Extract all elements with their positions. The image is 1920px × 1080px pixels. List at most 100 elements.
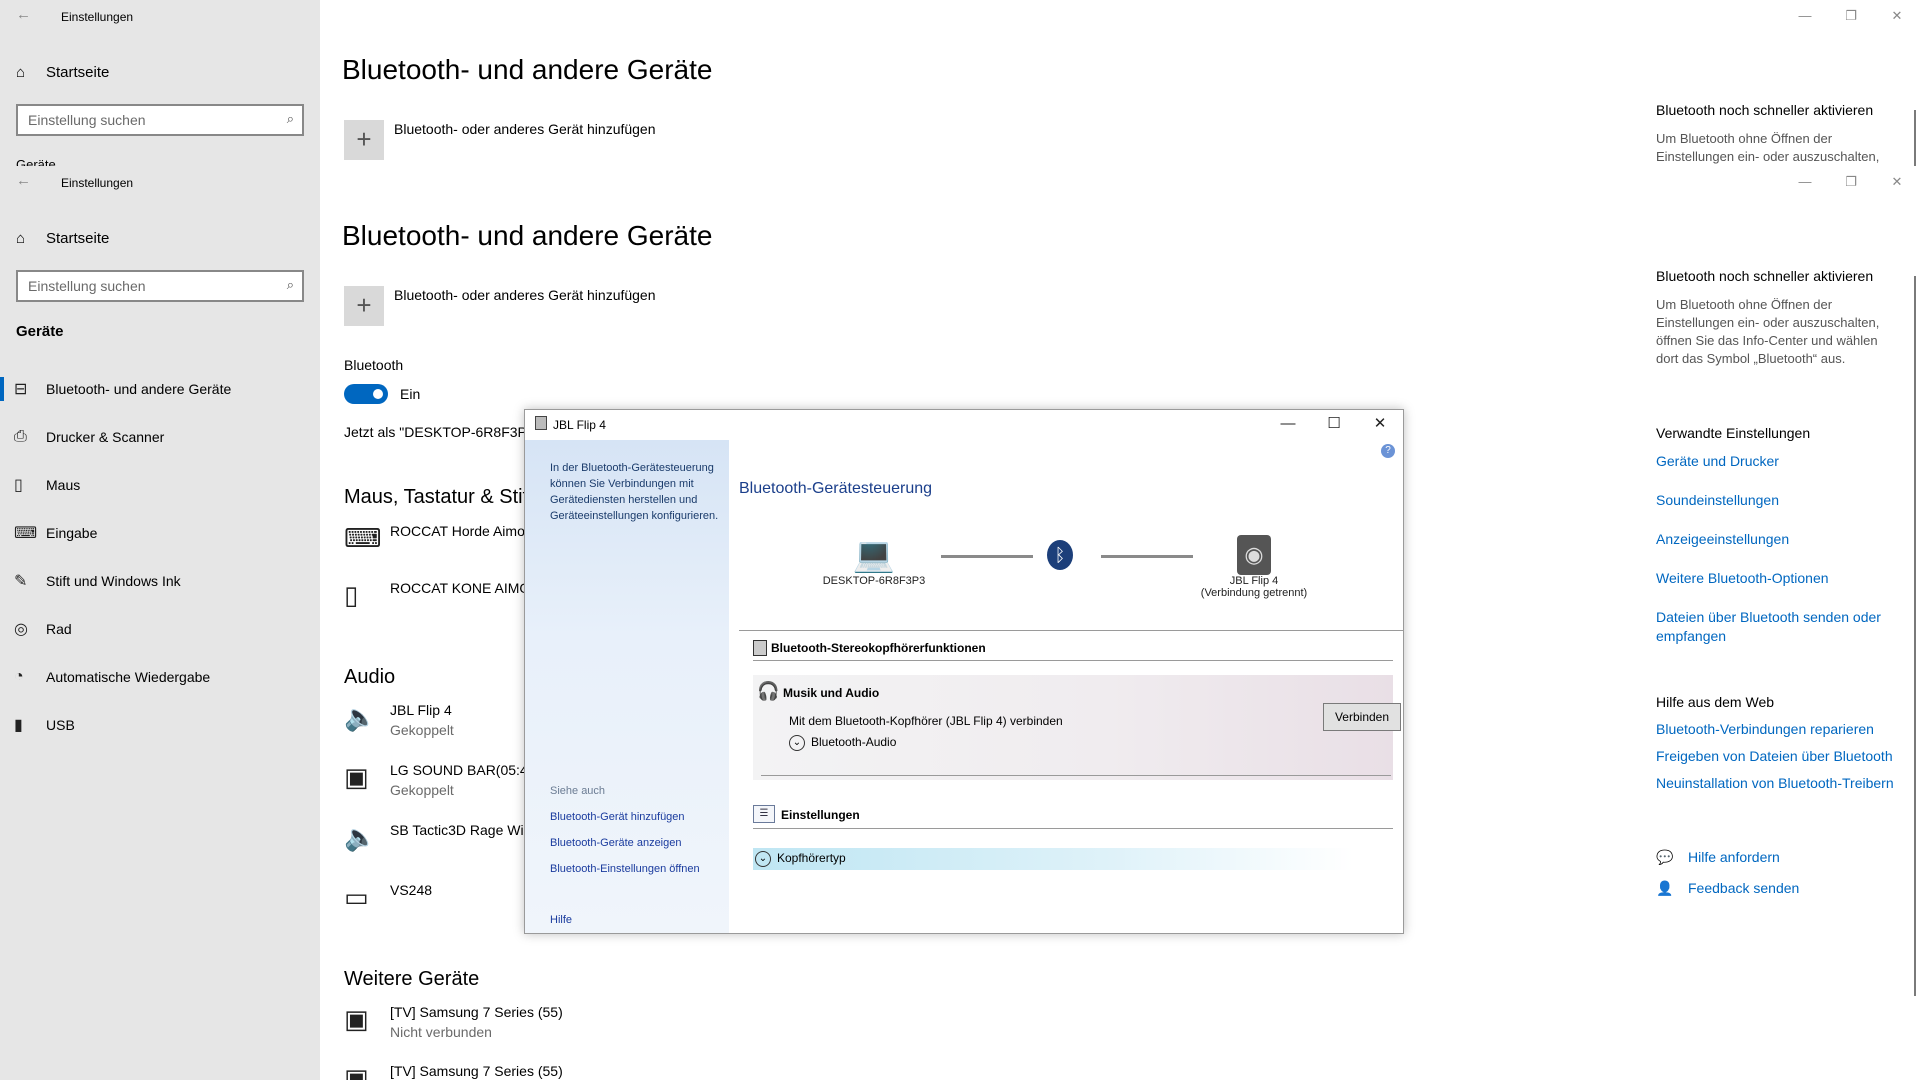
headphone-type-label: Kopfhörertyp [777, 851, 846, 866]
connection-line [1101, 555, 1193, 558]
quick-bt-title: Bluetooth noch schneller aktivieren [1656, 102, 1874, 118]
add-device-button[interactable]: + [344, 120, 384, 160]
connect-description: Mit dem Bluetooth-Kopfhörer (JBL Flip 4)… [789, 714, 1063, 728]
link-open-bt-settings[interactable]: Bluetooth-Einstellungen öffnen [550, 863, 700, 875]
headphone-service-icon [753, 640, 767, 656]
sidebar-item-mouse[interactable]: ▯ Maus [0, 461, 320, 509]
maximize-icon[interactable]: ❐ [1828, 174, 1874, 190]
section-other-devices: Weitere Geräte [344, 968, 480, 990]
dialog-sidebar: In der Bluetooth-Gerätesteuerung können … [525, 440, 729, 933]
back-arrow-icon[interactable]: ← [16, 172, 31, 189]
add-device-label[interactable]: Bluetooth- oder anderes Gerät hinzufügen [394, 121, 656, 137]
device-row[interactable]: 🔈 JBL Flip 4 Gekoppelt [344, 702, 454, 738]
connect-button[interactable]: Verbinden [1323, 703, 1401, 731]
device-status: Gekoppelt [390, 722, 454, 738]
speaker-device-icon [535, 416, 547, 430]
related-settings-heading: Verwandte Einstellungen [1656, 425, 1811, 441]
get-help-link[interactable]: 💬 Hilfe anfordern [1656, 849, 1780, 866]
sidebar-item-pen[interactable]: ✎ Stift und Windows Ink [0, 557, 320, 605]
add-device-label[interactable]: Bluetooth- oder anderes Gerät hinzufügen [394, 287, 656, 303]
sidebar-item-label: Bluetooth- und andere Geräte [46, 381, 232, 397]
home-nav-item[interactable]: ⌂ Startseite [16, 64, 109, 81]
sidebar-item-typing[interactable]: ⌨ Eingabe [0, 509, 320, 557]
usb-icon: ▮ [14, 717, 23, 734]
sidebar-item-label: Automatische Wiedergabe [46, 669, 211, 685]
sidebar-item-label: Stift und Windows Ink [46, 573, 181, 589]
device-row[interactable]: ▭ VS248 [344, 882, 432, 913]
search-placeholder: Einstellung suchen [28, 278, 146, 294]
device-name: ROCCAT Horde Aimo [390, 523, 525, 539]
device-name: ROCCAT KONE AIMO [390, 580, 531, 596]
help-icon[interactable]: ? [1381, 444, 1395, 458]
link-sound-settings[interactable]: Soundeinstellungen [1656, 491, 1896, 510]
toggle-state-label: Ein [400, 386, 421, 402]
monitor-icon: ▭ [344, 882, 369, 912]
home-nav-item[interactable]: ⌂ Startseite [16, 230, 109, 247]
headphone-type-expander[interactable]: ⌄ Kopfhörertyp [753, 848, 1353, 870]
home-label: Startseite [46, 230, 110, 247]
settings-window-background: ← Einstellungen ⌂ Startseite Einstellung… [0, 0, 1920, 166]
link-share-files-bt[interactable]: Freigeben von Dateien über Bluetooth [1656, 747, 1896, 766]
link-display-settings[interactable]: Anzeigeeinstellungen [1656, 530, 1896, 549]
dialog-title: JBL Flip 4 [553, 418, 606, 432]
pc-name: DESKTOP-6R8F3P3 [822, 575, 926, 587]
dialog-main: ? Bluetooth-Gerätesteuerung 💻 DESKTOP-6R… [729, 440, 1403, 933]
search-input[interactable]: Einstellung suchen ⌕ [16, 104, 304, 136]
laptop-icon: 💻 [852, 536, 896, 574]
maximize-icon[interactable]: ❐ [1828, 8, 1874, 24]
section-mouse-keyboard: Maus, Tastatur & Stif [344, 486, 529, 508]
pen-icon: ✎ [14, 573, 28, 590]
sidebar-item-autoplay[interactable]: ◔ Automatische Wiedergabe [0, 653, 320, 701]
bt-audio-expander[interactable]: ⌄ Bluetooth-Audio [789, 735, 896, 751]
get-help-label: Hilfe anfordern [1688, 849, 1780, 865]
speaker-icon: 🔈 [344, 702, 377, 732]
link-more-bt-options[interactable]: Weitere Bluetooth-Optionen [1656, 569, 1896, 588]
device-row[interactable]: ▣ [TV] Samsung 7 Series (55) Nicht verbu… [344, 1004, 563, 1040]
section-audio: Audio [344, 666, 396, 688]
minimize-icon[interactable]: — [1782, 174, 1828, 190]
divider [753, 828, 1393, 829]
link-reinstall-drivers[interactable]: Neuinstallation von Bluetooth-Treibern [1656, 774, 1896, 793]
maximize-icon[interactable]: ☐ [1311, 410, 1357, 440]
minimize-icon[interactable]: — [1265, 410, 1311, 440]
sidebar-item-wheel[interactable]: ◎ Rad [0, 605, 320, 653]
minimize-icon[interactable]: — [1782, 8, 1828, 24]
scrollbar[interactable] [1914, 110, 1916, 166]
mouse-icon: ▯ [344, 580, 359, 610]
close-icon[interactable]: ✕ [1874, 8, 1920, 24]
sidebar-item-usb[interactable]: ▮ USB [0, 701, 320, 749]
search-input[interactable]: Einstellung suchen ⌕ [16, 270, 304, 302]
keyboard-icon: ⌨ [14, 525, 38, 542]
device-row[interactable]: ▯ ROCCAT KONE AIMO [344, 580, 530, 611]
music-audio-title: Musik und Audio [783, 686, 880, 700]
printer-icon: ⎙ [14, 428, 27, 445]
link-help[interactable]: Hilfe [550, 914, 572, 926]
close-icon[interactable]: ✕ [1357, 410, 1403, 440]
feedback-link[interactable]: 👤 Feedback senden [1656, 880, 1799, 897]
sidebar-item-printers[interactable]: ⎙ Drucker & Scanner [0, 413, 320, 461]
keyboard-icon: ⌨ [344, 523, 382, 553]
device-connection-status: (Verbindung getrennt) [1200, 587, 1308, 599]
pc-node: 💻 DESKTOP-6R8F3P3 [819, 535, 929, 587]
device-name: SB Tactic3D Rage Wire [390, 822, 537, 838]
bt-audio-label: Bluetooth-Audio [811, 735, 897, 750]
device-row[interactable]: 🔈 SB Tactic3D Rage Wire [344, 822, 536, 853]
bluetooth-toggle[interactable] [344, 384, 388, 404]
close-icon[interactable]: ✕ [1874, 174, 1920, 190]
link-show-bt-devices[interactable]: Bluetooth-Geräte anzeigen [550, 837, 681, 849]
back-arrow-icon[interactable]: ← [16, 6, 31, 23]
link-devices-printers[interactable]: Geräte und Drucker [1656, 452, 1896, 471]
device-row[interactable]: ▣ [TV] Samsung 7 Series (55) [344, 1063, 563, 1080]
link-send-files-bt[interactable]: Dateien über Bluetooth senden oder empfa… [1656, 608, 1896, 646]
scrollbar[interactable] [1914, 276, 1916, 996]
device-row[interactable]: ▣ LG SOUND BAR(05:49 Gekoppelt [344, 762, 536, 798]
page-title: Bluetooth- und andere Geräte [342, 220, 713, 251]
add-device-button[interactable]: + [344, 286, 384, 326]
media-device-icon: ▣ [344, 1004, 369, 1034]
device-row[interactable]: ⌨ ROCCAT Horde Aimo [344, 523, 525, 554]
sidebar: ← Einstellungen ⌂ Startseite Einstellung… [0, 0, 320, 166]
link-add-bt-device[interactable]: Bluetooth-Gerät hinzufügen [550, 811, 685, 823]
sidebar-item-bluetooth[interactable]: ⊟ Bluetooth- und andere Geräte [0, 365, 320, 413]
link-repair-bt[interactable]: Bluetooth-Verbindungen reparieren [1656, 720, 1896, 739]
window-controls: — ❐ ✕ [1782, 174, 1920, 190]
